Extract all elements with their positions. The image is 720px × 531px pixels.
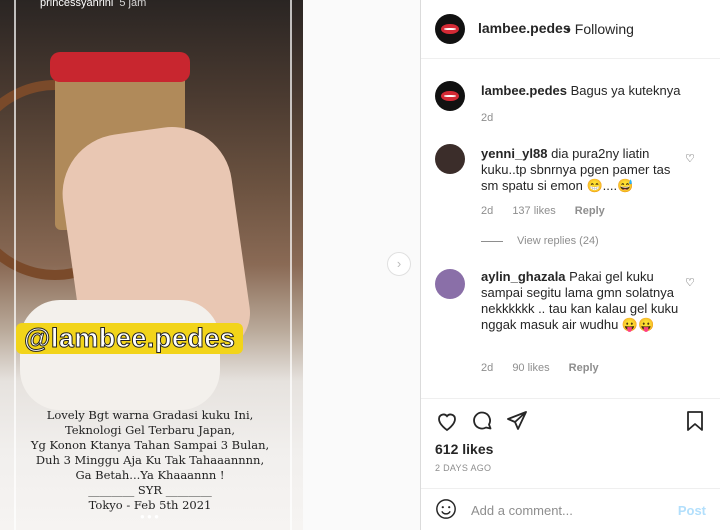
avatar[interactable] (435, 14, 465, 44)
view-replies[interactable]: View replies (24) (481, 235, 599, 247)
bookmark-icon[interactable] (683, 409, 707, 433)
sparkle-line (14, 0, 16, 530)
comment-meta: 2d 90 likes Reply (481, 362, 615, 374)
avatar[interactable] (435, 81, 465, 111)
comment-text: yenni_yl88 dia pura2ny liatin kuku..tp s… (481, 146, 686, 194)
reply-button[interactable]: Reply (569, 362, 599, 374)
story-username: princessyahrini 5 jam (40, 0, 146, 9)
likes-count[interactable]: 612 likes (435, 441, 493, 457)
emoji-icon[interactable] (435, 498, 457, 520)
comment-age: 2d (481, 205, 494, 217)
comment-input[interactable]: Add a comment... (471, 503, 573, 518)
caption-line: Duh 3 Minggu Aja Ku Tak Tahaaannnn, (35, 453, 265, 467)
story-username-text: princessyahrini (40, 0, 114, 9)
caption-line: Tokyo - Feb 5th 2021 (88, 498, 212, 512)
comment-username[interactable]: yenni_yl88 (481, 146, 548, 161)
add-comment-bar: Add a comment... Post (421, 488, 720, 531)
post-side-panel: lambee.pedes • Following lambee.pedes Ba… (421, 0, 720, 530)
comment-username[interactable]: aylin_ghazala (481, 269, 566, 284)
caption-line: Ga Betah...Ya Khaaannn ! (75, 468, 225, 482)
heart-icon[interactable] (435, 409, 459, 433)
post-date[interactable]: 2 DAYS AGO (435, 463, 491, 473)
caption-line: Teknologi Gel Terbaru Japan, (64, 423, 236, 437)
comment-body: Bagus ya kuteknya (570, 83, 681, 98)
reply-button[interactable]: Reply (575, 205, 605, 217)
caption-line: Lovely Bgt warna Gradasi kuku Ini, (46, 408, 254, 422)
comment-meta: 2d 137 likes Reply (481, 205, 621, 217)
next-arrow-icon[interactable]: › (387, 252, 411, 276)
following-status[interactable]: • Following (566, 21, 634, 37)
caption-line: Yg Konon Ktanya Tahan Sampai 3 Bulan, (30, 438, 270, 452)
post-media: princessyahrini 5 jam @lambee.pedes Lovel… (0, 0, 421, 530)
story-image: princessyahrini 5 jam @lambee.pedes Lovel… (0, 0, 303, 530)
share-icon[interactable] (505, 409, 529, 433)
bag-strap (50, 52, 190, 82)
comment-age: 2d (481, 362, 494, 374)
avatar[interactable] (435, 144, 465, 174)
post-header: lambee.pedes • Following (421, 0, 720, 59)
sparkle-line (290, 0, 292, 530)
comment-likes[interactable]: 137 likes (512, 205, 555, 217)
post-comment-button[interactable]: Post (678, 503, 706, 518)
story-mention-tag: @lambee.pedes (16, 323, 244, 354)
story-caption: Lovely Bgt warna Gradasi kuku Ini, Tekno… (30, 408, 270, 513)
sleeve-photo (20, 300, 220, 410)
like-comment-heart-icon[interactable]: ♡ (685, 276, 695, 289)
view-replies-label[interactable]: View replies (24) (517, 235, 599, 247)
comment-age: 2d (481, 112, 494, 124)
caption-line: ________ SYR ________ (88, 483, 212, 497)
like-comment-heart-icon[interactable]: ♡ (685, 152, 695, 165)
comment-meta: 2d (481, 112, 509, 124)
comment-text: lambee.pedes Bagus ya kuteknya (481, 83, 686, 99)
avatar[interactable] (435, 269, 465, 299)
comment-likes[interactable]: 90 likes (512, 362, 549, 374)
comment-text: aylin_ghazala Pakai gel kuku sampai segi… (481, 269, 686, 333)
story-time: 5 jam (119, 0, 147, 9)
carousel-dots: ● ● ● (140, 512, 159, 521)
header-username[interactable]: lambee.pedes (478, 20, 571, 36)
comment-username[interactable]: lambee.pedes (481, 83, 567, 98)
comment-icon[interactable] (470, 409, 494, 433)
comments-list: lambee.pedes Bagus ya kuteknya 2d yenni_… (421, 59, 720, 399)
post-actions: 612 likes 2 DAYS AGO (421, 398, 720, 481)
